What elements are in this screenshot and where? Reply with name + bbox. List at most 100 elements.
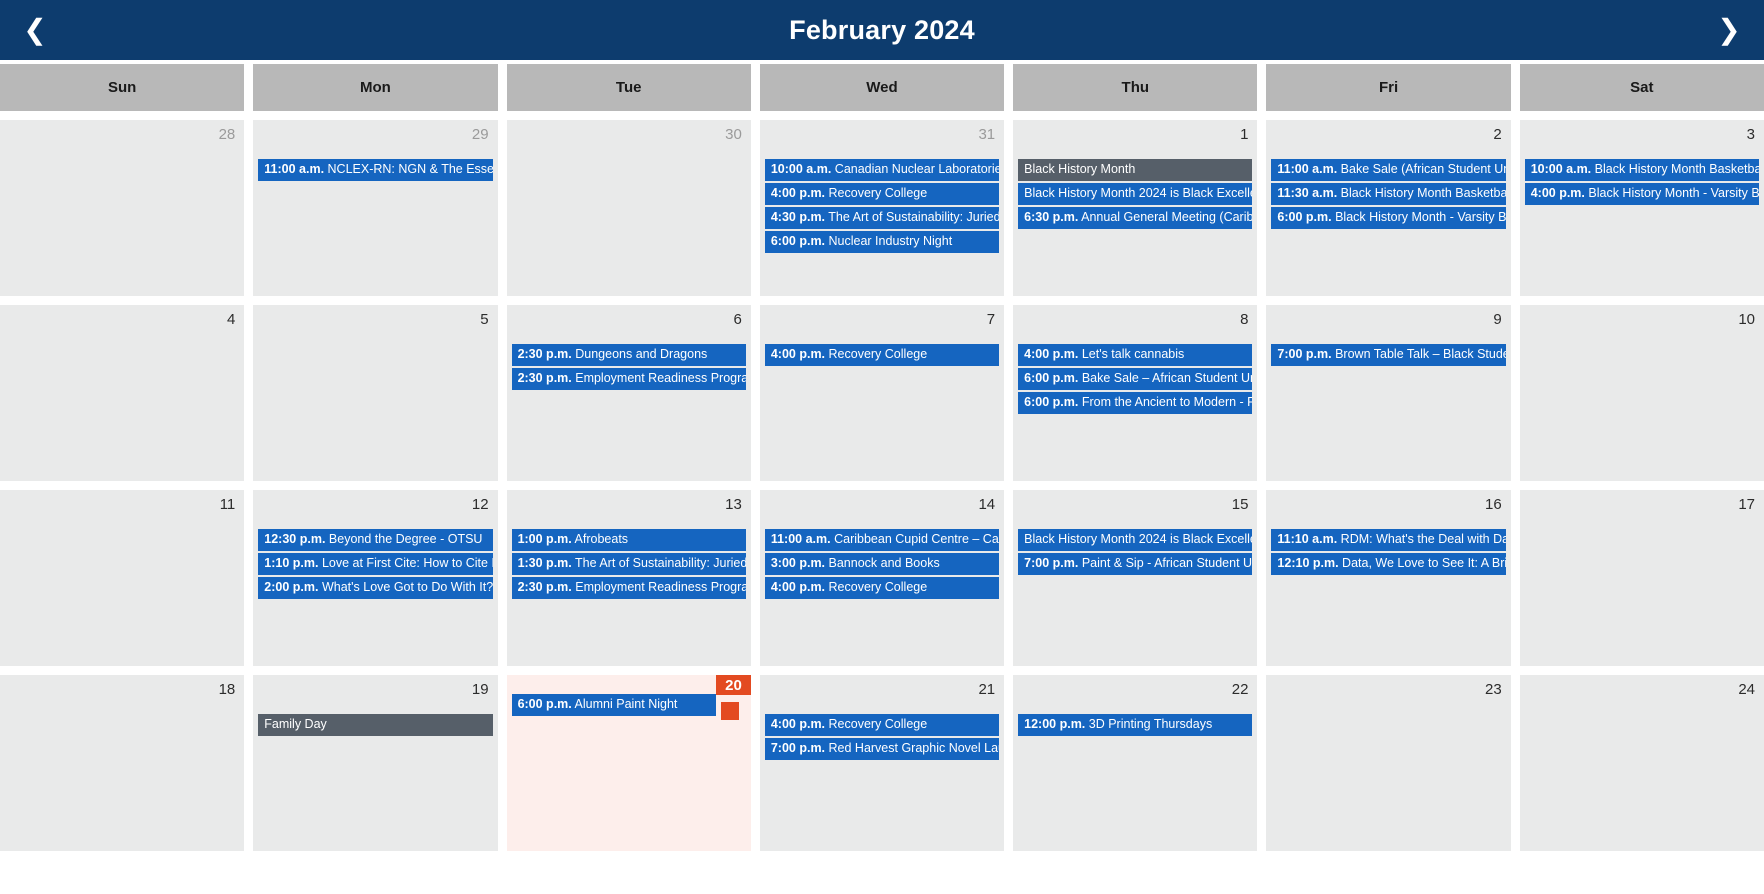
day-cell-9[interactable]: 9 7:00 p.m. Brown Table Talk – Black Stud… <box>1266 305 1511 481</box>
day-number: 18 <box>218 681 236 698</box>
calendar-event[interactable]: Black History Month 2024 is Black Excell… <box>1018 529 1253 551</box>
calendar-event[interactable]: 11:00 a.m. Caribbean Cupid Centre – Cari… <box>764 529 1000 551</box>
calendar-event[interactable]: 4:00 p.m. Black History Month - Varsity … <box>1524 183 1759 205</box>
day-cell-16[interactable]: 16 11:10 a.m. RDM: What's the Deal with D… <box>1266 490 1511 666</box>
day-cell-7[interactable]: 7 4:00 p.m. Recovery College <box>759 305 1005 481</box>
calendar-event[interactable]: Black History Month <box>1018 159 1253 181</box>
day-cell-30[interactable]: 30 <box>506 120 751 296</box>
calendar-event[interactable]: 1:10 p.m. Love at First Cite: How to Cit… <box>258 553 493 575</box>
day-cell-17[interactable]: 17 <box>1519 490 1764 666</box>
calendar-event[interactable]: 10:00 a.m. Canadian Nuclear Laboratories… <box>764 159 1000 181</box>
event-title: Love at First Cite: How to Cite Data F <box>321 556 493 570</box>
day-events: Family Day <box>258 714 493 736</box>
weekday-label-mon: Mon <box>253 64 498 111</box>
calendar-event[interactable]: 10:00 a.m. Black History Month Basketbal… <box>1524 159 1759 181</box>
calendar-event[interactable]: 12:30 p.m. Beyond the Degree - OTSU <box>258 529 493 551</box>
event-title: Afrobeats <box>574 532 629 546</box>
calendar-event[interactable]: 2:00 p.m. What's Love Got to Do With It?… <box>258 577 493 599</box>
day-events: Black History Month Black History Month 2… <box>1018 159 1253 229</box>
calendar-event[interactable]: 6:00 p.m. Nuclear Industry Night <box>764 231 1000 253</box>
calendar-event[interactable]: 1:00 p.m. Afrobeats <box>511 529 746 551</box>
calendar-event[interactable]: 4:00 p.m. Recovery College <box>764 714 1000 736</box>
day-cell-29[interactable]: 29 11:00 a.m. NCLEX-RN: NGN & The Essenti… <box>253 120 498 296</box>
event-time: 1:00 p.m. <box>517 532 572 546</box>
day-cell-12[interactable]: 12 12:30 p.m. Beyond the Degree - OTSU 1:1… <box>253 490 498 666</box>
day-cell-31[interactable]: 31 10:00 a.m. Canadian Nuclear Laboratori… <box>759 120 1005 296</box>
day-number: 11 <box>219 496 236 513</box>
calendar-event[interactable]: 11:10 a.m. RDM: What's the Deal with Dat… <box>1271 529 1506 551</box>
event-title: From the Ancient to Modern - Placing <box>1081 395 1253 409</box>
calendar-event[interactable]: Family Day <box>258 714 493 736</box>
day-events: 2:30 p.m. Dungeons and Dragons 2:30 p.m. … <box>511 344 746 390</box>
day-number: 28 <box>218 126 236 143</box>
day-cell-13[interactable]: 13 1:00 p.m. Afrobeats 1:30 p.m. The Art o… <box>506 490 751 666</box>
day-number: 12 <box>471 496 489 513</box>
day-cell-19[interactable]: 19 Family Day <box>253 675 498 851</box>
day-number: 14 <box>978 496 996 513</box>
event-title: Black History Month - Varsity Basket <box>1335 210 1506 224</box>
day-cell-10[interactable]: 10 <box>1519 305 1764 481</box>
day-number: 5 <box>480 311 489 328</box>
calendar-header: ❮ February 2024 ❯ <box>0 0 1764 60</box>
event-time: 2:30 p.m. <box>517 371 572 385</box>
calendar-event[interactable]: 6:00 p.m. Alumni Paint Night <box>511 694 717 716</box>
day-cell-22[interactable]: 22 12:00 p.m. 3D Printing Thursdays <box>1013 675 1258 851</box>
day-number: 13 <box>725 496 742 513</box>
calendar-event[interactable]: 4:00 p.m. Recovery College <box>764 183 1000 205</box>
day-cell-4[interactable]: 4 <box>0 305 245 481</box>
day-number: 2 <box>1493 126 1502 143</box>
calendar-event[interactable]: 7:00 p.m. Paint & Sip - African Student … <box>1018 553 1253 575</box>
day-number: 21 <box>978 681 996 698</box>
day-cell-2[interactable]: 2 11:00 a.m. Bake Sale (African Student U… <box>1266 120 1511 296</box>
day-cell-21[interactable]: 21 4:00 p.m. Recovery College 7:00 p.m. Re… <box>759 675 1005 851</box>
event-title: Recovery College <box>828 347 928 361</box>
day-cell-18[interactable]: 18 <box>0 675 245 851</box>
calendar-event[interactable]: 12:10 p.m. Data, We Love to See It: A Br… <box>1271 553 1506 575</box>
calendar-event[interactable]: 4:00 p.m. Recovery College <box>764 344 1000 366</box>
calendar-event[interactable]: 11:00 a.m. NCLEX-RN: NGN & The Essential… <box>258 159 493 181</box>
calendar-root: ❮ February 2024 ❯ Sun Mon Tue Wed Thu Fri Sat … <box>0 0 1764 894</box>
calendar-event[interactable]: 6:00 p.m. Black History Month - Varsity … <box>1271 207 1506 229</box>
day-cell-23[interactable]: 23 <box>1266 675 1511 851</box>
event-title: NCLEX-RN: NGN & The Essentials <box>327 162 493 176</box>
calendar-event[interactable]: 6:30 p.m. Annual General Meeting (Caribb… <box>1018 207 1253 229</box>
day-cell-28[interactable]: 28 <box>0 120 245 296</box>
calendar-event[interactable]: 1:30 p.m. The Art of Sustainability: Jur… <box>511 553 746 575</box>
event-title: Let's talk cannabis <box>1081 347 1185 361</box>
calendar-event[interactable]: 2:30 p.m. Dungeons and Dragons <box>511 344 746 366</box>
weekday-label-fri: Fri <box>1266 64 1511 111</box>
next-month-icon[interactable]: ❯ <box>1712 16 1746 44</box>
event-title: Black History Month - Varsity Basketb <box>1588 186 1759 200</box>
day-cell-1[interactable]: 1 Black History Month Black History Month … <box>1013 120 1258 296</box>
calendar-event[interactable]: 4:00 p.m. Recovery College <box>764 577 1000 599</box>
day-cell-5[interactable]: 5 <box>253 305 498 481</box>
day-cell-11[interactable]: 11 <box>0 490 245 666</box>
calendar-event[interactable]: 2:30 p.m. Employment Readiness Program |… <box>511 577 746 599</box>
calendar-event[interactable]: 6:00 p.m. Bake Sale – African Student Un… <box>1018 368 1253 390</box>
day-number: 9 <box>1493 311 1502 328</box>
event-title: Recovery College <box>828 717 928 731</box>
day-events: 11:00 a.m. Caribbean Cupid Centre – Cari… <box>764 529 1000 599</box>
calendar-event[interactable]: 6:00 p.m. From the Ancient to Modern - P… <box>1018 392 1253 414</box>
calendar-event[interactable]: 11:00 a.m. Bake Sale (African Student Un… <box>1271 159 1506 181</box>
event-time: 4:00 p.m. <box>770 717 826 731</box>
day-cell-20[interactable]: 20 6:00 p.m. Alumni Paint Night <box>506 675 751 851</box>
day-cell-15[interactable]: 15 Black History Month 2024 is Black Exce… <box>1013 490 1258 666</box>
calendar-event[interactable]: 12:00 p.m. 3D Printing Thursdays <box>1018 714 1253 736</box>
day-cell-24[interactable]: 24 <box>1519 675 1764 851</box>
calendar-event[interactable]: Black History Month 2024 is Black Excell… <box>1018 183 1253 205</box>
day-cell-14[interactable]: 14 11:00 a.m. Caribbean Cupid Centre – Ca… <box>759 490 1005 666</box>
day-cell-6[interactable]: 6 2:30 p.m. Dungeons and Dragons 2:30 p.m.… <box>506 305 751 481</box>
calendar-event[interactable]: 11:30 a.m. Black History Month Basketbal… <box>1271 183 1506 205</box>
previous-month-icon[interactable]: ❮ <box>18 16 52 44</box>
calendar-event[interactable]: 4:00 p.m. Let's talk cannabis <box>1018 344 1253 366</box>
calendar-event[interactable]: 7:00 p.m. Brown Table Talk – Black Stude… <box>1271 344 1506 366</box>
calendar-event[interactable]: 3:00 p.m. Bannock and Books <box>764 553 1000 575</box>
calendar-event[interactable]: 7:00 p.m. Red Harvest Graphic Novel Laun… <box>764 738 1000 760</box>
event-title: Family Day <box>264 717 327 731</box>
calendar-event[interactable]: 4:30 p.m. The Art of Sustainability: Jur… <box>764 207 1000 229</box>
day-cell-3[interactable]: 3 10:00 a.m. Black History Month Basketba… <box>1519 120 1764 296</box>
calendar-event[interactable]: 2:30 p.m. Employment Readiness Program |… <box>511 368 746 390</box>
day-cell-8[interactable]: 8 4:00 p.m. Let's talk cannabis 6:00 p.m. … <box>1013 305 1258 481</box>
event-title: Bake Sale (African Student Union) <box>1340 162 1506 176</box>
